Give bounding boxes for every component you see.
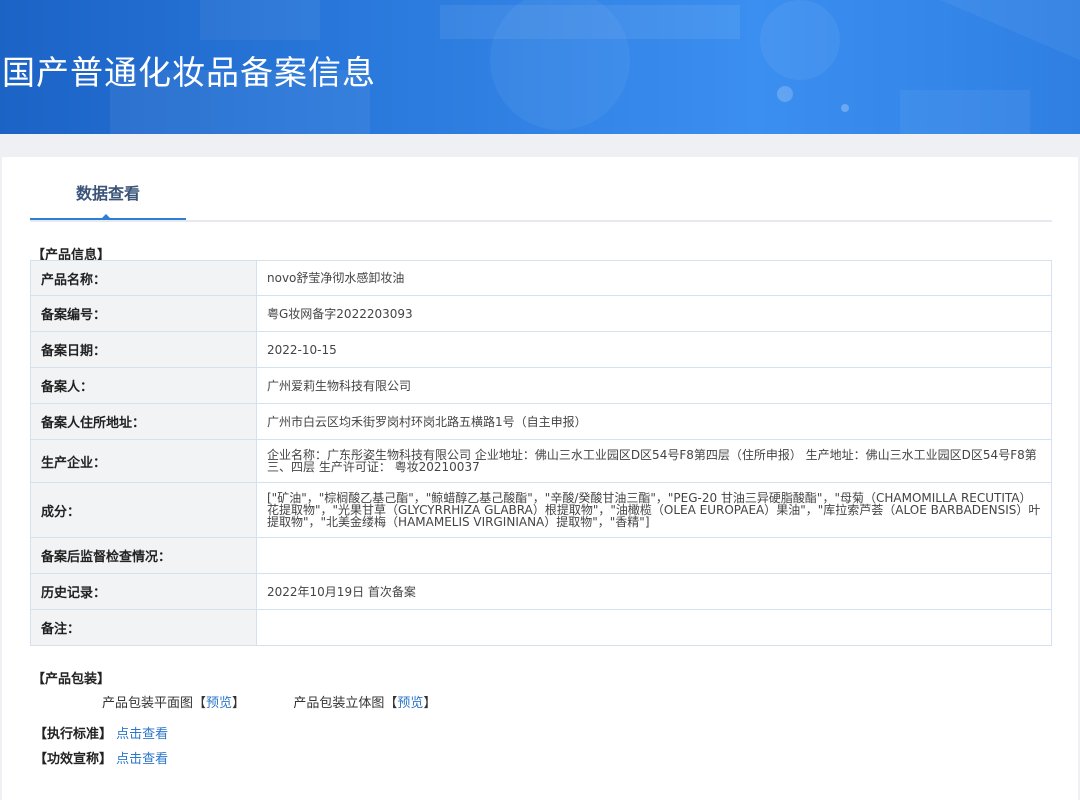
table-row-remarks: 备注： <box>30 609 1052 646</box>
page-title: 国产普通化妆品备案信息 <box>2 53 376 92</box>
standard-label: 【执行标准】 <box>34 727 113 742</box>
packaging-previews: 产品包装平面图【预览】 产品包装立体图【预览】 <box>102 692 436 711</box>
table-row-supervision: 备案后监督检查情况： <box>30 537 1052 574</box>
bracket-close: 】 <box>232 696 246 711</box>
row-value: 2022年10月19日 首次备案 <box>256 573 1052 610</box>
table-row-registrant: 备案人： 广州爱莉生物科技有限公司 <box>30 367 1052 404</box>
bracket-open: 【 <box>384 696 398 711</box>
row-value: 企业名称：广东彤姿生物科技有限公司 企业地址：佛山三水工业园区D区54号F8第四… <box>256 439 1052 483</box>
bracket-close: 】 <box>423 696 437 711</box>
efficacy-row: 【功效宣称】 点击查看 <box>34 748 168 767</box>
row-label: 生产企业： <box>30 439 257 483</box>
content-panel: 数据查看 【产品信息】 产品名称： novo舒莹净彻水感卸妆油 备案编号： 粤G… <box>2 157 1078 800</box>
table-row-record-date: 备案日期： 2022-10-15 <box>30 331 1052 368</box>
tab-bar: 数据查看 <box>30 172 1052 222</box>
product-info-table: 产品名称： novo舒莹净彻水感卸妆油 备案编号： 粤G妆网备字20222030… <box>30 260 1052 646</box>
stereo-preview-link[interactable]: 预览 <box>397 696 423 711</box>
header-banner: 国产普通化妆品备案信息 <box>0 0 1080 134</box>
row-value <box>256 609 1052 646</box>
standard-view-link[interactable]: 点击查看 <box>116 727 168 742</box>
row-value: 广州爱莉生物科技有限公司 <box>256 367 1052 404</box>
flat-preview-link[interactable]: 预览 <box>206 696 232 711</box>
table-row-ingredients: 成分： ["矿油"，"棕榈酸乙基己酯"，"鲸蜡醇乙基己酸酯"，"辛酸/癸酸甘油三… <box>30 482 1052 538</box>
row-value: ["矿油"，"棕榈酸乙基己酯"，"鲸蜡醇乙基己酸酯"，"辛酸/癸酸甘油三酯"，"… <box>256 482 1052 538</box>
bracket-open: 【 <box>193 696 207 711</box>
row-label: 备案人： <box>30 367 257 404</box>
table-row-product-name: 产品名称： novo舒莹净彻水感卸妆油 <box>30 260 1052 296</box>
efficacy-label: 【功效宣称】 <box>34 752 113 767</box>
standard-row: 【执行标准】 点击查看 <box>34 723 168 742</box>
tab-data-view[interactable]: 数据查看 <box>30 172 186 220</box>
stereo-image-label: 产品包装立体图 <box>293 696 385 711</box>
row-label: 备注： <box>30 609 257 646</box>
table-row-registrant-address: 备案人住所地址： 广州市白云区均禾街罗岗村环岗北路五横路1号（自主申报） <box>30 403 1052 440</box>
packaging-heading: 【产品包装】 <box>32 672 111 687</box>
row-value: 2022-10-15 <box>256 331 1052 368</box>
row-label: 产品名称： <box>30 260 257 296</box>
row-label: 成分： <box>30 482 257 538</box>
table-row-history: 历史记录： 2022年10月19日 首次备案 <box>30 573 1052 610</box>
row-value: novo舒莹净彻水感卸妆油 <box>256 260 1052 296</box>
row-label: 备案后监督检查情况： <box>30 537 257 574</box>
table-row-manufacturer: 生产企业： 企业名称：广东彤姿生物科技有限公司 企业地址：佛山三水工业园区D区5… <box>30 439 1052 483</box>
row-value <box>256 537 1052 574</box>
row-label: 备案人住所地址： <box>30 403 257 440</box>
efficacy-view-link[interactable]: 点击查看 <box>116 752 168 767</box>
table-row-record-number: 备案编号： 粤G妆网备字2022203093 <box>30 295 1052 332</box>
tab-caret-icon <box>100 214 112 220</box>
row-value: 粤G妆网备字2022203093 <box>256 295 1052 332</box>
row-label: 备案日期： <box>30 331 257 368</box>
row-label: 备案编号： <box>30 295 257 332</box>
row-value: 广州市白云区均禾街罗岗村环岗北路五横路1号（自主申报） <box>256 403 1052 440</box>
row-label: 历史记录： <box>30 573 257 610</box>
flat-image-label: 产品包装平面图 <box>102 696 194 711</box>
